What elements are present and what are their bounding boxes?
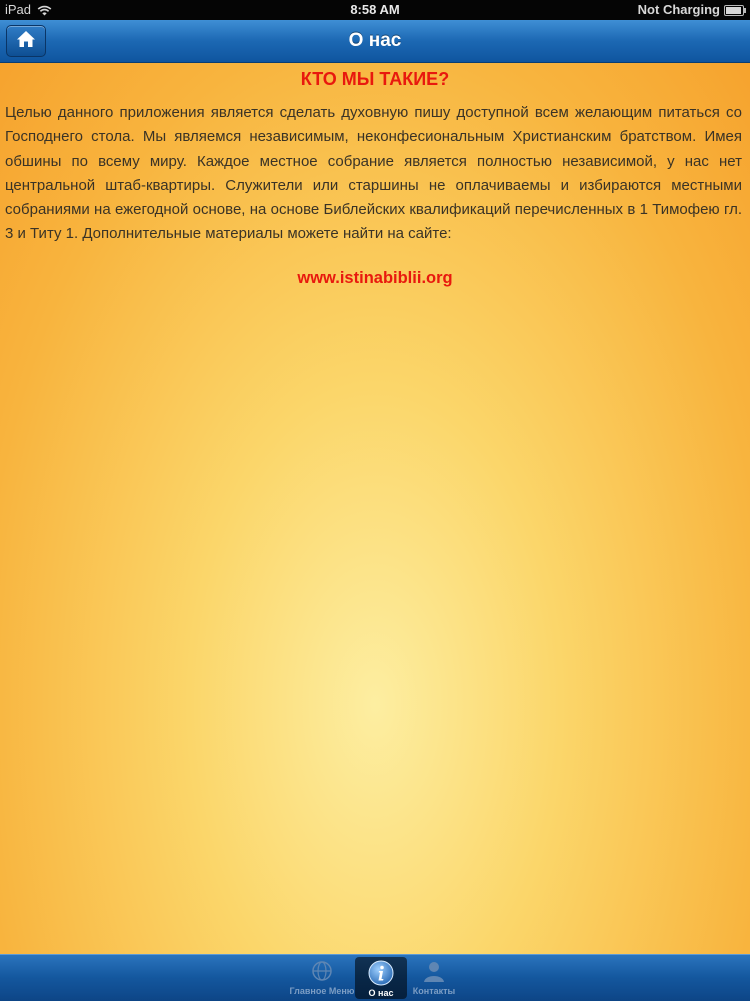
tab-bar: Главное Меню О нас Контакты	[0, 954, 750, 1001]
battery-status: Not Charging	[637, 2, 720, 17]
website-link[interactable]: www.istinabiblii.org	[0, 269, 750, 288]
tab-label: Контакты	[412, 986, 456, 996]
tab-contacts[interactable]: Контакты	[408, 955, 460, 1001]
about-text: Целью данного приложения является сделат…	[5, 104, 742, 243]
content-area: КТО МЫ ТАКИЕ? Целью данного приложения я…	[0, 63, 750, 954]
tab-label: О нас	[368, 988, 394, 998]
info-icon	[366, 959, 396, 987]
battery-icon	[724, 5, 746, 16]
section-heading: КТО МЫ ТАКИЕ?	[300, 69, 450, 89]
status-bar: iPad 8:58 AM Not Charging	[0, 0, 750, 20]
person-icon	[419, 957, 449, 985]
tab-about[interactable]: О нас	[355, 957, 407, 999]
tab-main-menu[interactable]: Главное Меню	[290, 955, 355, 1001]
navigation-bar: О нас	[0, 20, 750, 63]
page-title: О нас	[348, 30, 402, 51]
globe-icon	[307, 957, 337, 985]
tab-label: Главное Меню	[289, 986, 355, 996]
